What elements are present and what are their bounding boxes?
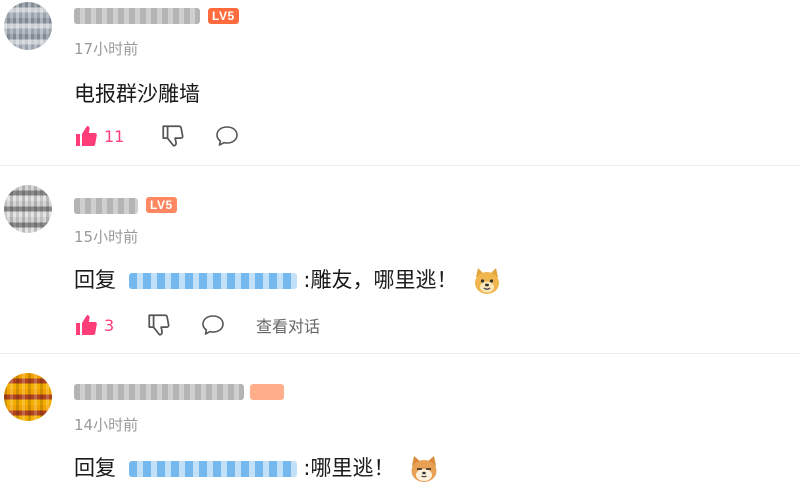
- username-blurred[interactable]: [74, 198, 138, 214]
- reply-prefix: 回复: [74, 268, 116, 292]
- like-button[interactable]: 3: [74, 311, 114, 339]
- like-count: 3: [104, 315, 115, 335]
- mention-username-blurred: [128, 273, 297, 289]
- username-blurred[interactable]: [74, 8, 200, 24]
- mention-link[interactable]: [128, 268, 297, 292]
- reply-button[interactable]: [214, 122, 240, 150]
- comment-time: 17小时前: [74, 40, 139, 58]
- avatar[interactable]: [4, 185, 52, 233]
- comment-text: 回复 :哪里逃！: [74, 452, 439, 484]
- doge-emoji-icon: [472, 266, 502, 296]
- comment-actions: 11: [74, 122, 274, 150]
- thumbs-up-icon: [74, 124, 98, 148]
- comment-actions: 3 查看对话: [74, 311, 374, 339]
- mention-link[interactable]: [128, 456, 297, 480]
- comment-item: 14小时前 回复 :哪里逃！: [0, 354, 800, 486]
- level-badge: LV5: [146, 197, 177, 213]
- thumbs-down-icon: [160, 123, 186, 149]
- reply-prefix: 回复: [74, 456, 116, 480]
- shiba-emoji-icon: [409, 454, 439, 484]
- comment-time: 14小时前: [74, 416, 139, 434]
- comment-text: 电报群沙雕墙: [74, 82, 200, 106]
- avatar[interactable]: [4, 2, 52, 50]
- username-blurred[interactable]: [74, 384, 244, 400]
- view-conversation-label: 查看对话: [256, 317, 321, 336]
- view-conversation-link[interactable]: 查看对话: [256, 311, 320, 339]
- level-badge-blurred: [250, 384, 284, 400]
- dislike-button[interactable]: [160, 122, 186, 150]
- dislike-button[interactable]: [146, 311, 172, 339]
- comment-item: LV5 17小时前 电报群沙雕墙 11: [0, 0, 800, 165]
- reply-button[interactable]: [200, 311, 226, 339]
- like-count: 11: [104, 126, 125, 146]
- avatar[interactable]: [4, 373, 52, 421]
- reply-text: :雕友，哪里逃！: [303, 268, 458, 292]
- comment-item: LV5 15小时前 回复 :雕友，哪里逃！ 3 查看对话: [0, 166, 800, 353]
- thumbs-up-icon: [74, 313, 98, 337]
- thumbs-down-icon: [146, 312, 172, 338]
- reply-text: :哪里逃！: [303, 456, 395, 480]
- comment-time: 15小时前: [74, 228, 139, 246]
- comment-bubble-icon: [200, 313, 226, 337]
- comment-text: 回复 :雕友，哪里逃！: [74, 264, 502, 296]
- level-badge: LV5: [208, 8, 239, 24]
- like-button[interactable]: 11: [74, 122, 124, 150]
- mention-username-blurred: [128, 461, 297, 477]
- comment-bubble-icon: [214, 124, 240, 148]
